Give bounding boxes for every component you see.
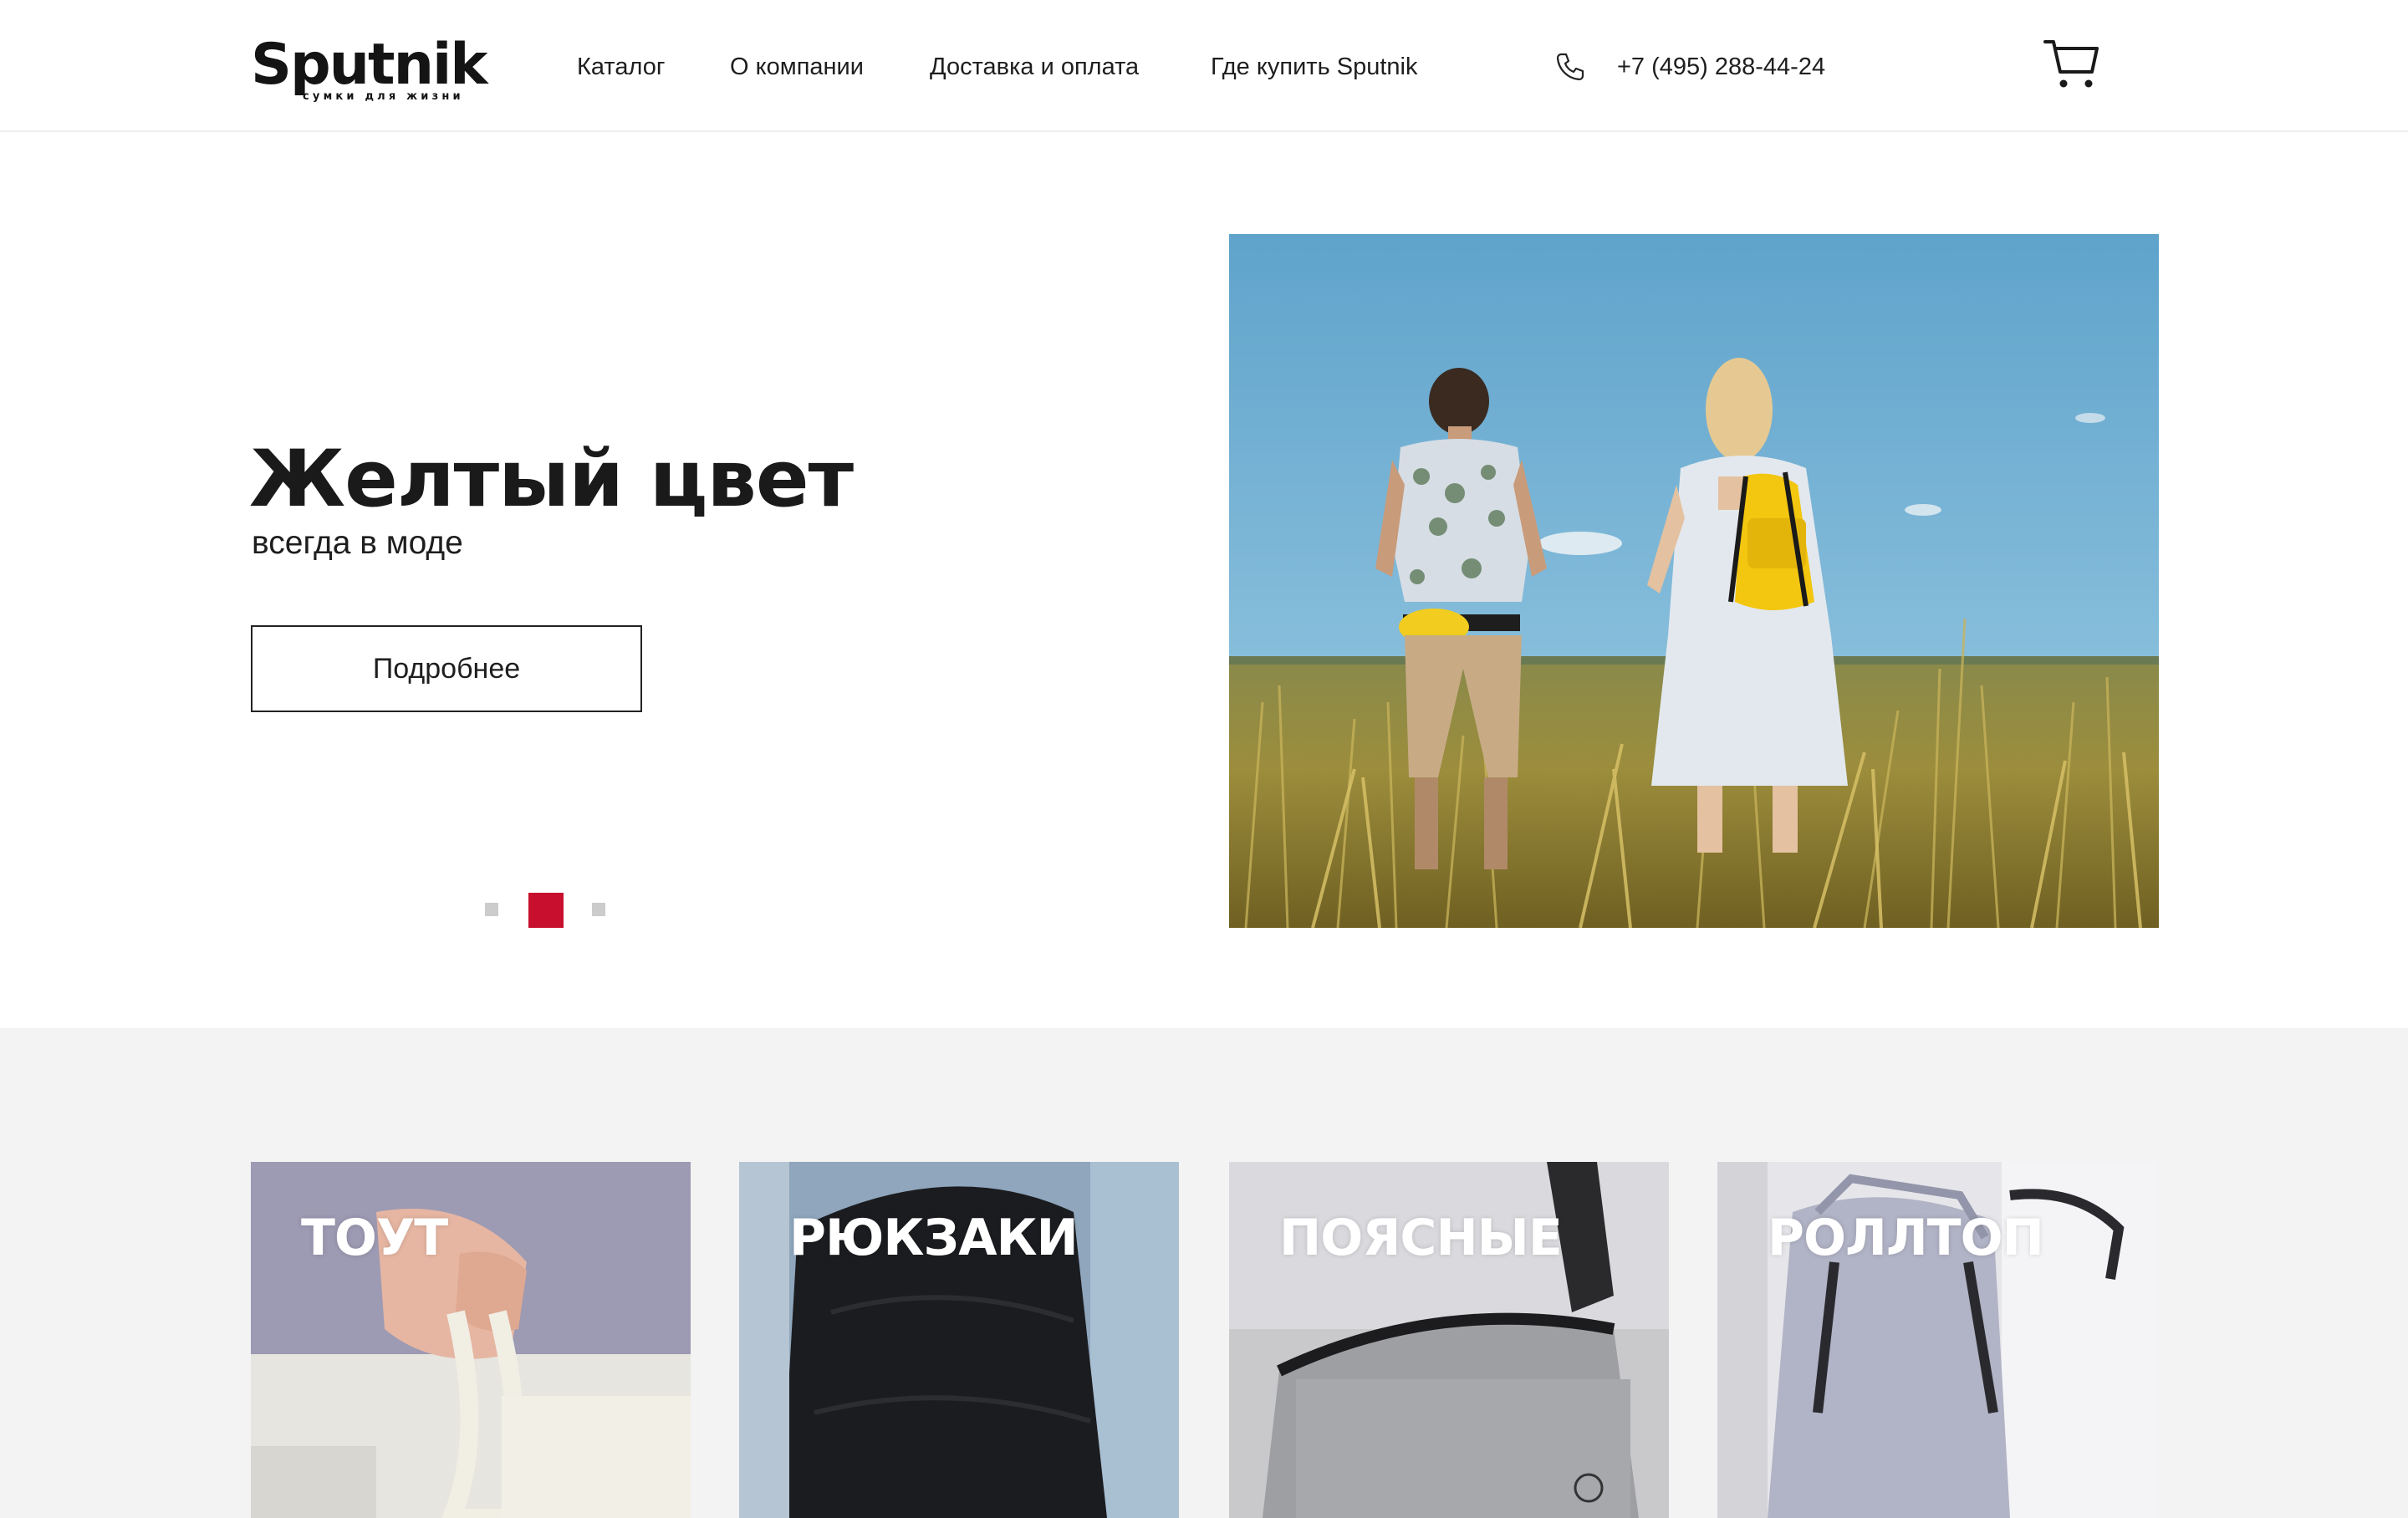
category-card-rolltop[interactable]: РОЛЛТОП bbox=[1717, 1162, 2157, 1518]
phone-number[interactable]: +7 (495) 288-44-24 bbox=[1617, 53, 1825, 81]
nav-catalog[interactable]: Каталог bbox=[577, 48, 665, 85]
categories-section: ТОУТ РЮКЗАКИ ПОЯСНЫЕ РОЛЛТОП bbox=[0, 1028, 2408, 1518]
logo[interactable]: Sputnik сумки для жизни bbox=[251, 32, 488, 107]
category-label-waist-bags: ПОЯСНЫЕ bbox=[1279, 1209, 1563, 1267]
more-button[interactable]: Подробнее bbox=[251, 625, 642, 712]
slider-dot-3[interactable] bbox=[592, 903, 605, 916]
slider-dot-1[interactable] bbox=[485, 903, 498, 916]
logo-tagline: сумки для жизни bbox=[303, 90, 464, 103]
hero-subtitle: всегда в моде bbox=[252, 525, 463, 561]
nav-where-to-buy[interactable]: Где купить Sputnik bbox=[1211, 48, 1417, 85]
logo-wordmark: Sputnik bbox=[251, 32, 488, 98]
slider-dot-2-active[interactable] bbox=[528, 893, 564, 928]
slider-dots bbox=[482, 891, 615, 928]
site-header: Sputnik сумки для жизни Каталог О компан… bbox=[0, 0, 2408, 132]
category-card-backpacks[interactable]: РЮКЗАКИ bbox=[739, 1162, 1179, 1518]
category-label-tote: ТОУТ bbox=[301, 1209, 448, 1267]
category-label-rolltop: РОЛЛТОП bbox=[1768, 1209, 2044, 1267]
hero-photo bbox=[1229, 234, 2159, 928]
hero-title: Желтый цвет bbox=[249, 434, 854, 525]
phone-icon bbox=[1556, 53, 1584, 81]
category-card-tote[interactable]: ТОУТ bbox=[251, 1162, 691, 1518]
category-card-waist-bags[interactable]: ПОЯСНЫЕ bbox=[1229, 1162, 1669, 1518]
cart-icon[interactable] bbox=[2043, 37, 2100, 92]
category-label-backpacks: РЮКЗАКИ bbox=[789, 1209, 1079, 1267]
nav-delivery[interactable]: Доставка и оплата bbox=[930, 48, 1139, 85]
nav-about[interactable]: О компании bbox=[730, 48, 864, 85]
phone-contact[interactable]: +7 (495) 288-44-24 bbox=[1553, 48, 1825, 85]
